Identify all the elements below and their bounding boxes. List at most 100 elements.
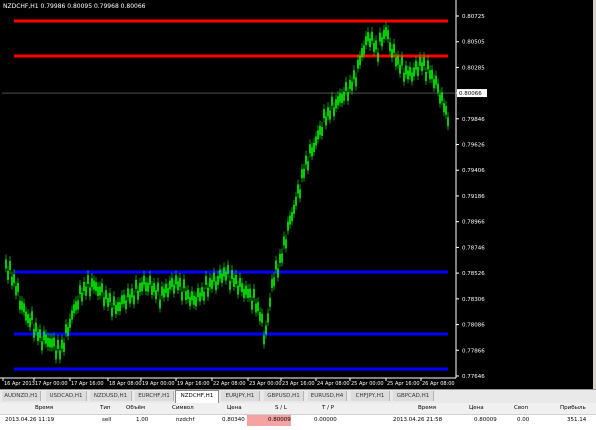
row-sl[interactable]: 0.80009 bbox=[268, 415, 291, 426]
candle-body bbox=[357, 59, 359, 69]
candle-body bbox=[131, 288, 133, 298]
candle-body bbox=[125, 300, 127, 310]
col-price[interactable]: Цена bbox=[227, 403, 242, 414]
candle-body bbox=[39, 329, 41, 339]
candle-body bbox=[389, 42, 391, 52]
price-tick-label: 0.79406 bbox=[462, 168, 485, 174]
candle-body bbox=[441, 92, 443, 102]
chart-area[interactable]: 0.80725 0.80505 0.80285 0.80066 0.79846 0.796… bbox=[0, 0, 596, 389]
candle-body bbox=[211, 279, 213, 289]
tab-gbpusd[interactable]: GBPUSD,H1 bbox=[264, 391, 304, 401]
tab-chfjpy[interactable]: CHFJPY,H1 bbox=[351, 391, 390, 401]
candle-body bbox=[207, 287, 209, 297]
col-type[interactable]: Тип bbox=[100, 403, 111, 414]
candle-body bbox=[67, 327, 69, 337]
candle-body bbox=[407, 70, 409, 80]
candle-body bbox=[257, 302, 259, 312]
price-tick-label: 0.78526 bbox=[462, 271, 485, 277]
candle-body bbox=[115, 305, 117, 315]
col-swap[interactable]: Своп bbox=[514, 403, 528, 414]
row-tp[interactable]: 0.00000 bbox=[314, 415, 337, 426]
candle-body bbox=[47, 337, 49, 347]
candle-body bbox=[223, 267, 225, 277]
candle-body bbox=[245, 285, 247, 295]
candle-body bbox=[159, 299, 161, 309]
candle-body bbox=[329, 110, 331, 120]
candle-body bbox=[365, 36, 367, 46]
candle-body bbox=[371, 31, 373, 41]
candle-body bbox=[363, 45, 365, 55]
candle-body bbox=[269, 297, 271, 307]
candle-body bbox=[29, 318, 31, 328]
candle-body bbox=[405, 65, 407, 75]
tab-audnzd[interactable]: AUDNZD,H1 bbox=[2, 391, 41, 401]
col-tp[interactable]: T / P bbox=[322, 403, 334, 414]
candle-body bbox=[419, 56, 421, 66]
time-tick-label: 18 Apr 08:00 bbox=[109, 381, 142, 387]
candle-body bbox=[255, 303, 257, 313]
candle-body bbox=[227, 265, 229, 275]
candle-body bbox=[189, 296, 191, 306]
col-close-price[interactable]: Цена bbox=[469, 403, 484, 414]
tab-eurjpy[interactable]: EURJPY,H1 bbox=[221, 391, 260, 401]
candle-body bbox=[157, 282, 159, 292]
candle-body bbox=[101, 283, 103, 293]
tab-usdcad[interactable]: USDCAD,H1 bbox=[46, 391, 87, 401]
candle-body bbox=[411, 72, 413, 82]
candle-body bbox=[141, 282, 143, 292]
tab-nzdchf[interactable]: NZDCHF,H1 bbox=[175, 390, 219, 403]
candle-body bbox=[221, 273, 223, 283]
tab-eurchf[interactable]: EURCHF,H1 bbox=[135, 391, 174, 401]
candle-body bbox=[285, 239, 287, 249]
time-tick-label: 19 Apr 16:00 bbox=[177, 381, 210, 387]
candle-body bbox=[169, 280, 171, 290]
candle-body bbox=[351, 81, 353, 91]
candle-body bbox=[171, 277, 173, 287]
candle-body bbox=[71, 310, 73, 320]
candle-body bbox=[433, 79, 435, 89]
candle-body bbox=[197, 288, 199, 298]
candle-body bbox=[191, 291, 193, 301]
candle-body bbox=[127, 288, 129, 298]
col-symbol[interactable]: Символ bbox=[172, 403, 194, 414]
candle-body bbox=[287, 221, 289, 231]
candle-body bbox=[445, 105, 447, 115]
col-volume[interactable]: Объём bbox=[126, 403, 145, 414]
candle-body bbox=[155, 290, 157, 300]
tab-nzdusd[interactable]: NZDUSD,H1 bbox=[90, 391, 132, 401]
col-profit[interactable]: Прибыль bbox=[560, 403, 586, 414]
price-chart[interactable]: 0.80725 0.80505 0.80285 0.80066 0.79846 0.796… bbox=[0, 0, 596, 389]
candle-body bbox=[51, 338, 53, 348]
price-tick-label: 0.77646 bbox=[462, 374, 485, 380]
candle-body bbox=[299, 189, 301, 199]
candle-body bbox=[251, 300, 253, 310]
candle-body bbox=[55, 350, 57, 360]
col-time[interactable]: Время bbox=[35, 403, 53, 414]
time-tick-label: 17 Apr 00:00 bbox=[35, 381, 68, 387]
candle-body bbox=[349, 79, 351, 89]
candle-body bbox=[301, 169, 303, 179]
price-tick-label: 0.77866 bbox=[462, 348, 485, 354]
candle-body bbox=[261, 313, 263, 323]
candle-body bbox=[429, 70, 431, 80]
candle-body bbox=[63, 342, 65, 352]
candle-body bbox=[145, 282, 147, 292]
candle-body bbox=[225, 271, 227, 281]
candle-body bbox=[87, 274, 89, 284]
candle-body bbox=[99, 286, 101, 296]
col-sl[interactable]: S / L bbox=[275, 403, 287, 414]
candle-body bbox=[151, 285, 153, 295]
candle-body bbox=[213, 272, 215, 282]
candle-body bbox=[95, 282, 97, 292]
trade-row[interactable]: 2013.04.26 11:19 sell 1.00 nzdchf 0.8034… bbox=[0, 415, 596, 426]
chart-header: NZDCHF,H1 0.79986 0.80095 0.79968 0.8006… bbox=[3, 3, 146, 10]
candle-body bbox=[325, 116, 327, 126]
col-close-time[interactable]: Время bbox=[418, 403, 436, 414]
candle-body bbox=[85, 286, 87, 296]
tab-eurusd[interactable]: EURUSD,H4 bbox=[308, 391, 347, 401]
candle-body bbox=[331, 96, 333, 106]
time-tick-label: 19 Apr 00:00 bbox=[142, 381, 175, 387]
candle-body bbox=[353, 70, 355, 80]
row-swap: 0.00 bbox=[517, 417, 530, 423]
tab-gbpcad[interactable]: GBPCAD,H1 bbox=[393, 391, 434, 401]
